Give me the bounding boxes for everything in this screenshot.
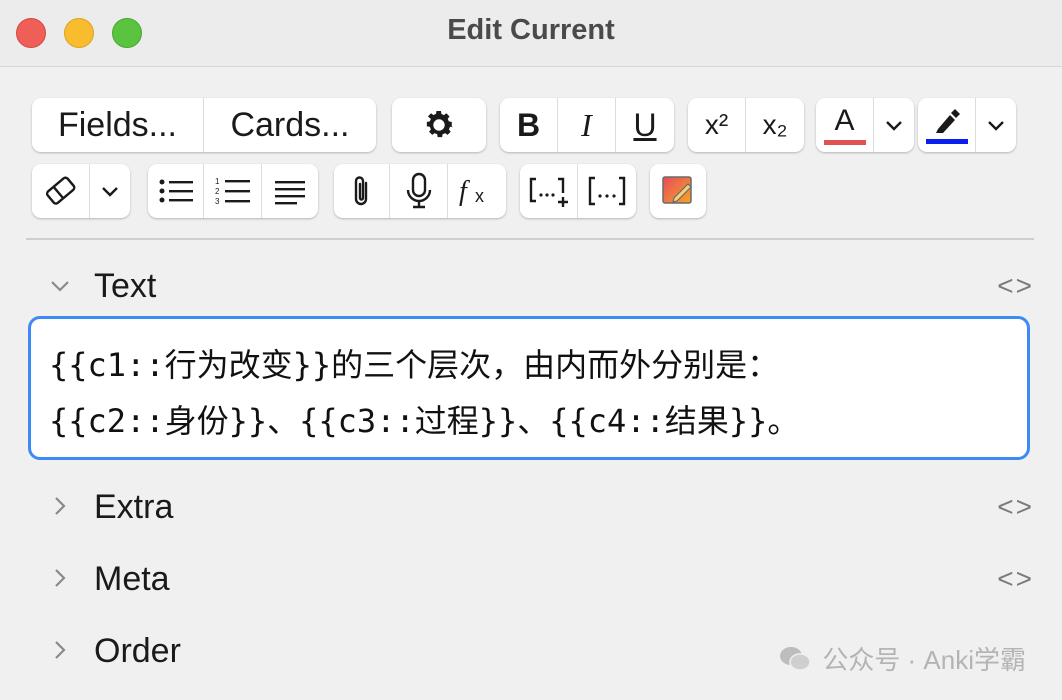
chevron-right-icon[interactable] (46, 636, 74, 664)
clear-format-button[interactable] (32, 164, 90, 218)
text-color-dropdown[interactable] (874, 98, 914, 152)
watermark: 公众号 · Anki学霸 (778, 640, 1026, 677)
gear-icon (426, 111, 453, 138)
microphone-icon (406, 172, 431, 209)
svg-text:2: 2 (215, 187, 220, 196)
highlighter-icon (935, 108, 960, 133)
chevron-down-icon (102, 187, 118, 197)
numbered-list-button[interactable]: 1 2 3 (204, 164, 262, 218)
highlight-color-swatch (925, 138, 968, 144)
superscript-button[interactable]: x² (688, 98, 746, 152)
title-bar: Edit Current (0, 0, 1062, 67)
clear-format-group (32, 164, 130, 218)
align-button[interactable] (262, 164, 318, 218)
list-group: 1 2 3 (148, 164, 318, 218)
bullet-list-icon (159, 179, 193, 203)
script-group: x² x₂ (688, 98, 804, 152)
underline-button[interactable]: U (616, 98, 674, 152)
image-occlusion-group (650, 164, 706, 218)
cloze-icon (588, 176, 626, 206)
wechat-icon (780, 646, 812, 671)
cloze-group (520, 164, 636, 218)
highlight-color-group (918, 98, 1016, 152)
chevron-right-icon[interactable] (46, 492, 74, 520)
highlight-color-dropdown[interactable] (976, 98, 1016, 152)
mathjax-button[interactable]: f x (448, 164, 506, 218)
field-label-meta: Meta (94, 560, 170, 598)
paperclip-icon (354, 176, 367, 206)
clear-format-dropdown[interactable] (90, 164, 130, 218)
toolbar-divider (26, 238, 1034, 240)
function-icon: f x (459, 176, 484, 207)
field-label-extra: Extra (94, 488, 174, 526)
format-group: B I U (500, 98, 674, 152)
cloze-new-button[interactable] (520, 164, 578, 218)
chevron-right-icon[interactable] (46, 564, 74, 592)
svg-text:f: f (459, 176, 470, 207)
text-field-editor[interactable]: {{c1::行为改变}}的三个层次，由内而外分别是： {{c2::身份}}、{{… (28, 316, 1030, 460)
italic-button[interactable]: I (558, 98, 616, 152)
text-color-group: A (816, 98, 914, 152)
media-group: f x (334, 164, 506, 218)
subscript-button[interactable]: x₂ (746, 98, 804, 152)
bold-button[interactable]: B (500, 98, 558, 152)
options-button[interactable] (392, 98, 486, 152)
editor-line-1: {{c1::行为改变}}的三个层次，由内而外分别是： (49, 346, 780, 384)
text-color-letter: A (834, 103, 855, 137)
field-label-text: Text (94, 267, 157, 305)
bullet-list-button[interactable] (148, 164, 204, 218)
html-toggle-icon[interactable]: <> (997, 491, 1034, 523)
svg-text:1: 1 (215, 177, 220, 186)
field-label-order: Order (94, 632, 181, 670)
chevron-down-icon (886, 121, 902, 131)
field-header-meta[interactable]: Meta <> (0, 552, 1062, 608)
highlight-color-button[interactable] (918, 98, 976, 152)
svg-text:x: x (475, 186, 484, 206)
fields-cards-group: Fields... Cards... (32, 98, 376, 152)
editor-line-2: {{c2::身份}}、{{c3::过程}}、{{c4::结果}}。 (49, 402, 800, 440)
cards-button[interactable]: Cards... (204, 98, 376, 152)
options-group (392, 98, 486, 152)
watermark-text: 公众号 · Anki学霸 (822, 645, 1026, 675)
image-occlusion-button[interactable] (650, 164, 706, 218)
chevron-down-icon[interactable] (46, 272, 74, 300)
attach-button[interactable] (334, 164, 390, 218)
align-icon (275, 181, 305, 205)
cloze-button[interactable] (578, 164, 636, 218)
numbered-list-icon: 1 2 3 (215, 177, 250, 206)
image-occlusion-icon (662, 176, 692, 204)
field-header-text[interactable]: Text <> (0, 258, 1062, 314)
field-header-extra[interactable]: Extra <> (0, 480, 1062, 536)
cloze-new-icon (529, 177, 568, 207)
text-color-swatch (823, 139, 866, 145)
html-toggle-icon[interactable]: <> (997, 270, 1034, 302)
record-audio-button[interactable] (390, 164, 448, 218)
window-title: Edit Current (447, 14, 615, 46)
svg-text:3: 3 (215, 197, 220, 206)
eraser-icon (45, 176, 75, 205)
chevron-down-icon (988, 121, 1004, 131)
fields-button[interactable]: Fields... (32, 98, 204, 152)
text-color-button[interactable]: A (816, 98, 874, 152)
html-toggle-icon[interactable]: <> (997, 563, 1034, 595)
